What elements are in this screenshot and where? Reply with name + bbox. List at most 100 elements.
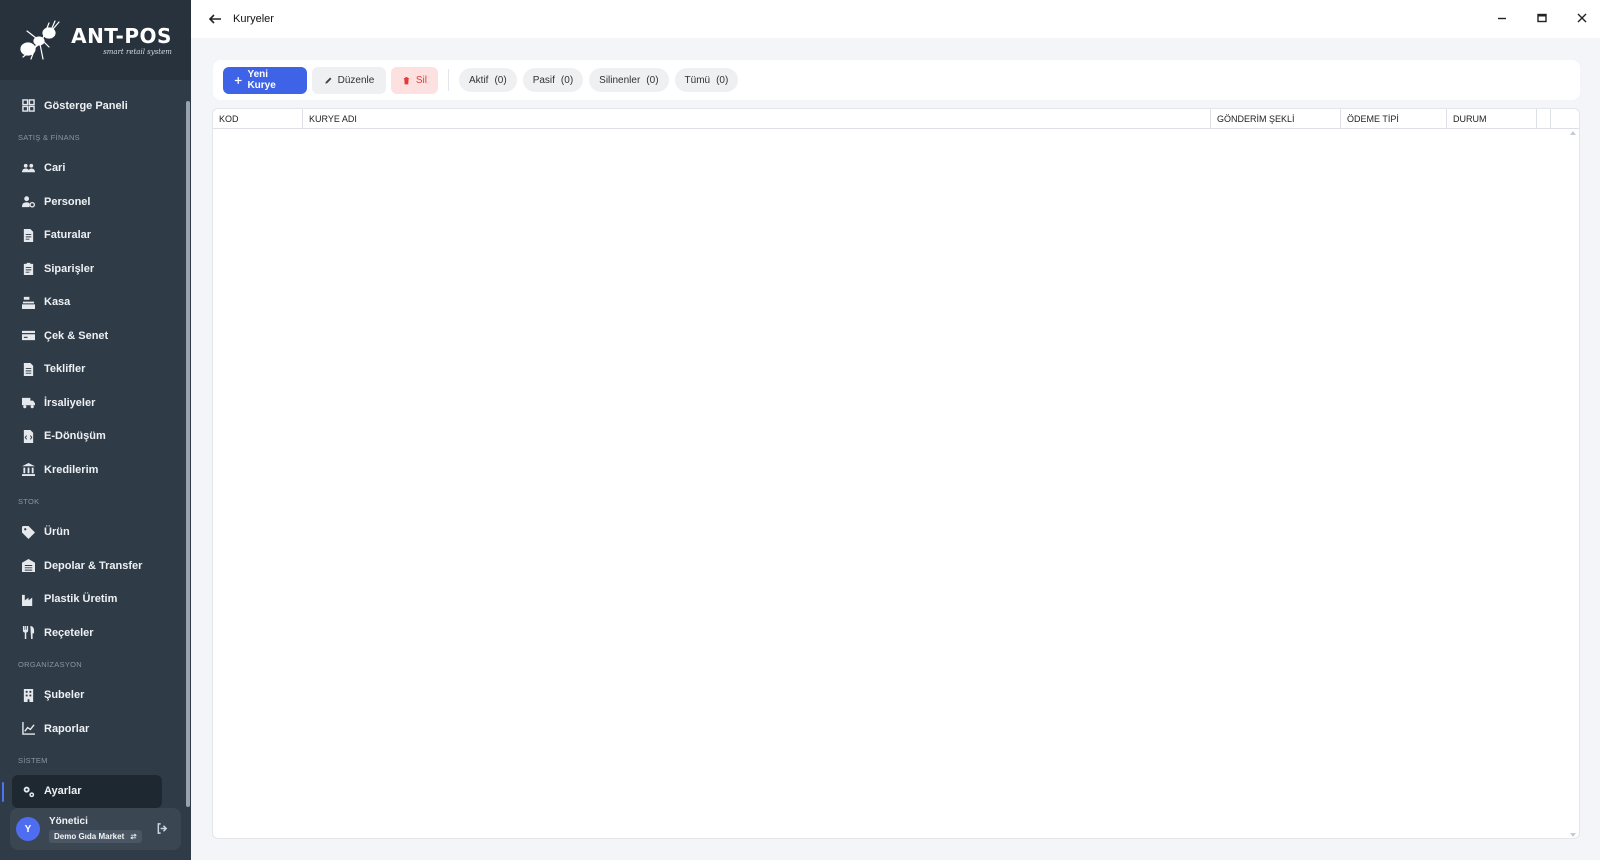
sidebar-item-label: Kredilerim	[44, 463, 99, 476]
sidebar-item-label: Ürün	[44, 526, 70, 539]
back-arrow-icon[interactable]	[207, 11, 223, 27]
toolbar: Yeni Kurye Düzenle Sil Aktif (0) Pasif (0) S…	[213, 60, 1580, 100]
logout-icon[interactable]	[156, 822, 169, 835]
filter-aktif[interactable]: Aktif (0)	[459, 68, 517, 92]
warehouse-icon	[22, 559, 35, 573]
sidebar-item-kasa[interactable]: Kasa	[0, 286, 183, 320]
logo-subtitle: smart retail system	[103, 47, 172, 56]
utensils-icon	[22, 626, 35, 640]
scroll-up-icon[interactable]	[1570, 131, 1576, 135]
column-header-kurye-adi[interactable]: KURYE ADI	[303, 109, 1211, 128]
sidebar-item-label: Cari	[44, 162, 66, 175]
new-courier-button[interactable]: Yeni Kurye	[223, 66, 307, 94]
sidebar-item-label: Faturalar	[44, 229, 92, 242]
maximize-icon[interactable]	[1534, 10, 1550, 26]
sidebar: ANT-POS smart retail system Gösterge Pan…	[0, 0, 191, 860]
sidebar-item-subeler[interactable]: Şubeler	[0, 679, 183, 713]
gears-icon	[22, 785, 35, 798]
window-controls	[1494, 10, 1590, 26]
delete-button[interactable]: Sil	[391, 66, 438, 94]
toolbar-divider	[448, 69, 449, 91]
building-icon	[22, 688, 35, 702]
sidebar-item-label: İrsaliyeler	[44, 396, 96, 409]
filter-chips: Aktif (0) Pasif (0) Silinenler (0) Tümü (0)	[459, 68, 739, 92]
minimize-icon[interactable]	[1494, 10, 1510, 26]
sidebar-item-ayarlar[interactable]: Ayarlar	[12, 774, 162, 808]
sidebar-item-label: E-Dönüşüm	[44, 430, 106, 443]
sidebar-item-plastik-uretim[interactable]: Plastik Üretim	[0, 583, 183, 617]
file-code-icon	[22, 429, 35, 443]
column-header-durum[interactable]: DURUM	[1447, 109, 1537, 128]
invoice-icon	[22, 228, 35, 242]
user-cog-icon	[22, 195, 35, 208]
filter-pasif[interactable]: Pasif (0)	[522, 68, 584, 92]
column-header-kod[interactable]: KOD	[213, 109, 303, 128]
sidebar-item-cari[interactable]: Cari	[0, 152, 183, 186]
dashboard-icon	[22, 99, 35, 113]
company-switcher[interactable]: Demo Gıda Market	[49, 829, 143, 843]
nav-section-si-stem: SİSTEM	[18, 755, 48, 765]
page-title: Kuryeler	[233, 13, 274, 25]
logo-area: ANT-POS smart retail system	[0, 0, 191, 80]
sidebar-item-siparisler[interactable]: Siparişler	[0, 252, 183, 286]
clipboard-icon	[22, 262, 35, 276]
filter-count: (0)	[646, 74, 659, 86]
sidebar-item-gosterge-paneli[interactable]: Gösterge Paneli	[0, 89, 183, 123]
scroll-down-icon[interactable]	[1570, 833, 1576, 837]
truck-icon	[22, 396, 35, 409]
plus-icon	[234, 76, 242, 84]
nav-section-organi-zasyon: ORGANİZASYON	[18, 659, 83, 669]
filter-label: Pasif	[532, 74, 555, 86]
pencil-icon	[324, 77, 332, 84]
filter-label: Aktif	[469, 74, 489, 86]
sidebar-item-label: Çek & Senet	[44, 329, 109, 342]
cash-register-icon	[22, 296, 35, 309]
sidebar-item-label: Personel	[44, 195, 91, 208]
sidebar-item-label: Siparişler	[44, 262, 95, 275]
sidebar-item-label: Gösterge Paneli	[44, 99, 128, 112]
card-icon	[22, 329, 35, 342]
sidebar-item-depolar-transfer[interactable]: Depolar & Transfer	[0, 549, 183, 583]
delete-label: Sil	[415, 74, 427, 86]
sidebar-item-label: Reçeteler	[44, 626, 94, 639]
filter-tumu[interactable]: Tümü (0)	[674, 68, 739, 92]
sidebar-item-kredilerim[interactable]: Kredilerim	[0, 453, 183, 487]
filter-silinenler[interactable]: Silinenler (0)	[589, 68, 669, 92]
filter-label: Tümü	[684, 74, 711, 86]
column-header-odeme-ti-pi[interactable]: ÖDEME TİPİ	[1341, 109, 1447, 128]
sidebar-item-label: Kasa	[44, 296, 71, 309]
switch-icon	[130, 833, 138, 839]
sidebar-item-teklifler[interactable]: Teklifler	[0, 353, 183, 387]
nav-section-satis-fi-nans: SATIŞ & FİNANS	[18, 132, 80, 142]
logo-title: ANT-POS	[71, 23, 172, 48]
sidebar-item-label: Depolar & Transfer	[44, 559, 143, 572]
avatar: Y	[16, 817, 40, 841]
tag-icon	[22, 525, 35, 539]
column-header-gonderi-m-sekli[interactable]: GÖNDERİM ŞEKLİ	[1211, 109, 1341, 128]
edit-label: Düzenle	[337, 74, 375, 86]
sidebar-item-raporlar[interactable]: Raporlar	[0, 712, 183, 746]
close-icon[interactable]	[1574, 10, 1590, 26]
sidebar-item-faturalar[interactable]: Faturalar	[0, 219, 183, 253]
sidebar-item-personel[interactable]: Personel	[0, 185, 183, 219]
sidebar-item-urun[interactable]: Ürün	[0, 516, 183, 550]
sidebar-item-e-donusum[interactable]: E-Dönüşüm	[0, 420, 183, 454]
sidebar-item-receteler[interactable]: Reçeteler	[0, 616, 183, 650]
industry-icon	[22, 593, 35, 606]
filter-count: (0)	[716, 74, 729, 86]
sidebar-item-cek-senet[interactable]: Çek & Senet	[0, 319, 183, 353]
sidebar-item-i-rsaliyeler[interactable]: İrsaliyeler	[0, 386, 183, 420]
filter-label: Silinenler	[599, 74, 641, 86]
bank-icon	[22, 463, 35, 477]
table-scrollbar[interactable]	[1569, 131, 1577, 837]
sidebar-item-label: Plastik Üretim	[44, 593, 118, 606]
table-header: KOD KURYE ADI GÖNDERİM ŞEKLİ ÖDEME TİPİ DURU…	[213, 109, 1579, 129]
ant-logo-icon	[20, 20, 60, 60]
sidebar-item-label: Şubeler	[44, 689, 85, 702]
new-courier-label: Yeni Kurye	[247, 69, 276, 91]
logo[interactable]: ANT-POS smart retail system	[19, 19, 172, 61]
user-card[interactable]: Y Yönetici Demo Gıda Market	[10, 808, 181, 850]
sidebar-scrollbar[interactable]	[186, 101, 190, 807]
edit-button[interactable]: Düzenle	[312, 66, 386, 94]
company-name: Demo Gıda Market	[54, 831, 125, 841]
